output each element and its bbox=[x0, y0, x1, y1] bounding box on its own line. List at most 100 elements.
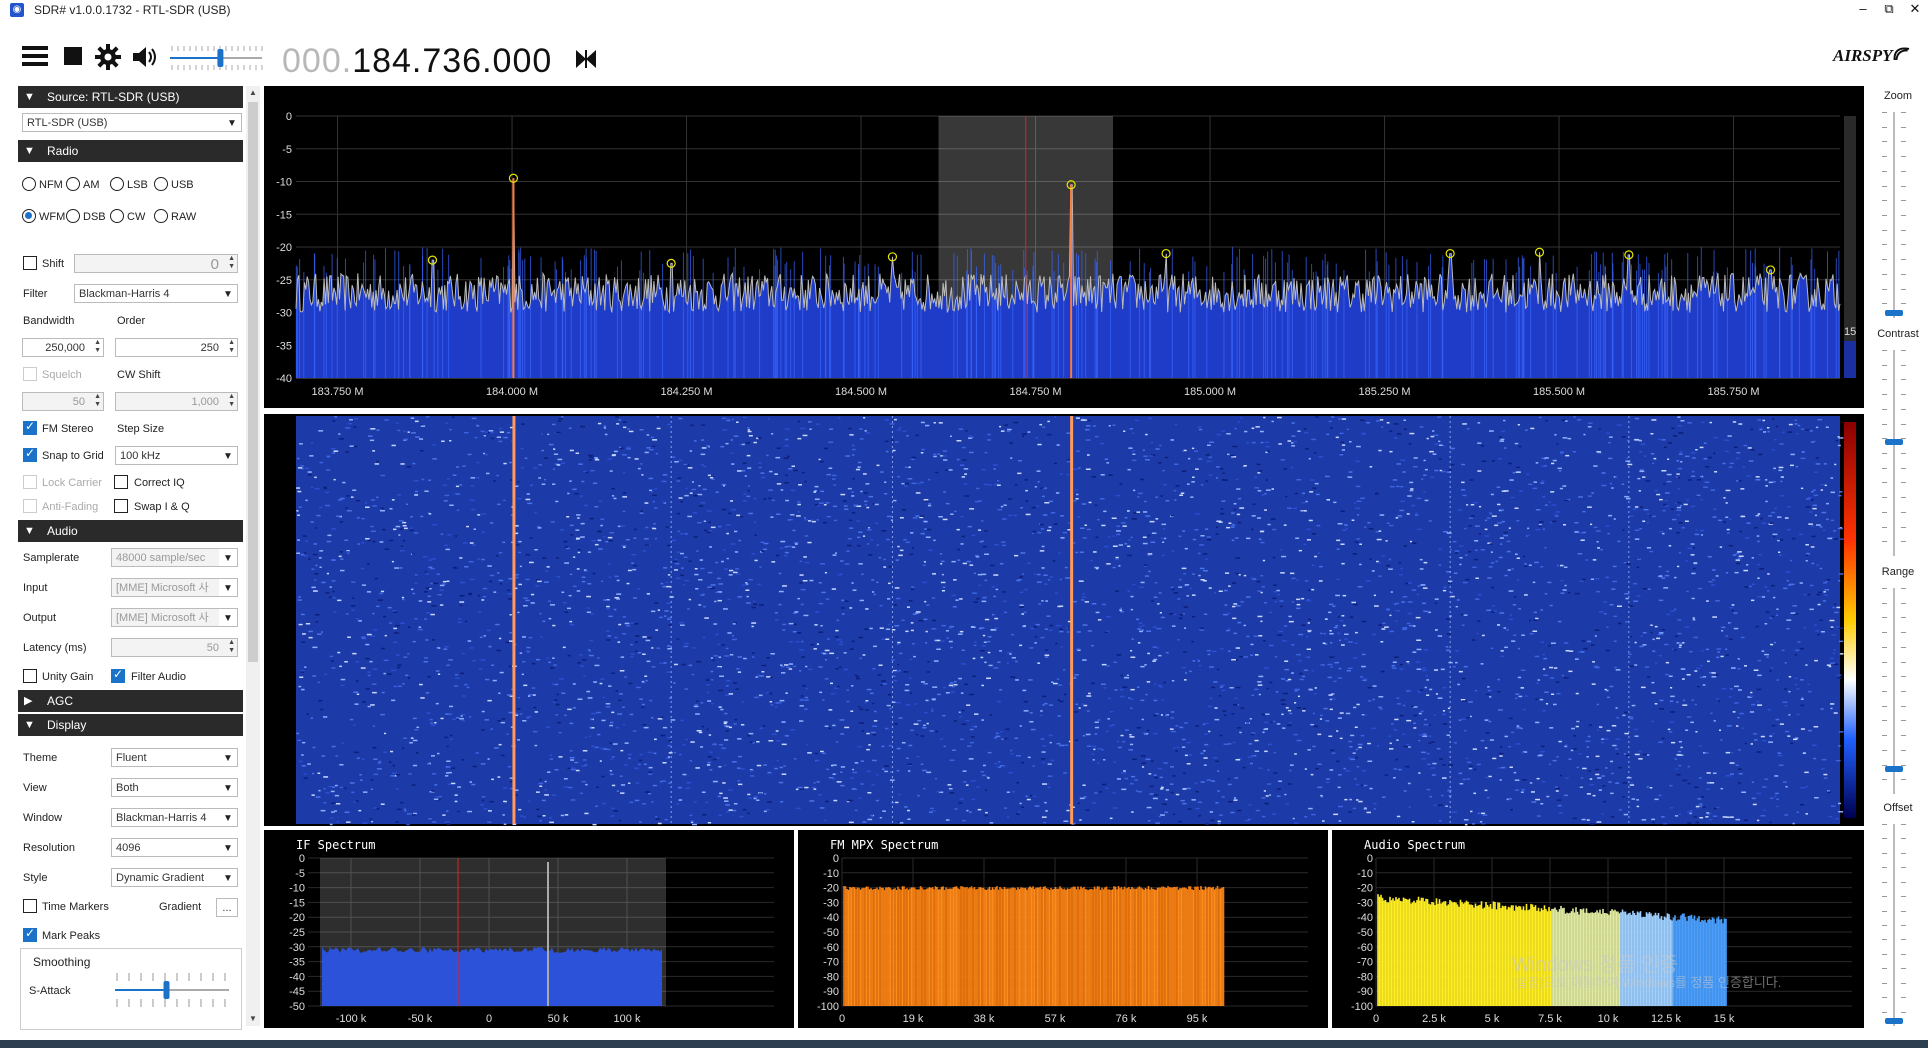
mark-peaks-checkbox[interactable] bbox=[23, 926, 37, 942]
zoom-slider[interactable] bbox=[1882, 112, 1906, 318]
frequency-display[interactable]: 000.184.736.000 bbox=[282, 42, 552, 81]
audio-spectrum-panel[interactable]: Audio Spectrum 0 -10 -20 -30 -40 -50 -60 -70 -80… bbox=[1332, 830, 1864, 1028]
mode-radio-nfm[interactable] bbox=[22, 177, 36, 191]
waterfall-carrier-trace bbox=[512, 416, 516, 824]
frequency-ghz-digits: 000. bbox=[282, 42, 353, 80]
hamburger-icon[interactable] bbox=[22, 44, 48, 72]
latency-value: 50 bbox=[206, 642, 219, 654]
mpx-spectrum-panel[interactable]: FM MPX Spectrum 0 -10 -20 -30 -40 -50 -60 -70 -8… bbox=[798, 830, 1328, 1028]
shift-input[interactable]: 0 ▲ ▼ bbox=[74, 254, 238, 273]
speaker-icon[interactable] bbox=[131, 44, 159, 74]
squelch-input[interactable]: 50 ▲ ▼ bbox=[22, 392, 104, 411]
window-select[interactable]: Blackman-Harris 4 ▼ bbox=[111, 808, 238, 827]
volume-slider[interactable] bbox=[168, 44, 264, 72]
bowtie-icon[interactable] bbox=[574, 47, 598, 76]
scroll-down-icon[interactable]: ▼ bbox=[249, 1014, 257, 1023]
chevron-down-icon: ▼ bbox=[219, 609, 237, 626]
contrast-slider[interactable] bbox=[1882, 350, 1906, 556]
minimize-button[interactable]: – bbox=[1850, 0, 1876, 20]
cw-shift-input[interactable]: 1,000 ▲ ▼ bbox=[115, 392, 238, 411]
scrollbar-thumb[interactable] bbox=[248, 102, 258, 662]
time-markers-checkbox[interactable] bbox=[23, 899, 37, 913]
spectrum-analyzer[interactable]: 0 -5 -10 -15 -20 -25 -30 -35 -40 183.750 M 184.000… bbox=[264, 86, 1864, 408]
shift-label: Shift bbox=[42, 258, 65, 270]
waterfall-display[interactable] bbox=[264, 414, 1864, 826]
panel-x-tick: 76 k bbox=[1116, 1013, 1137, 1025]
source-section-header[interactable]: ▼ Source: RTL-SDR (USB) bbox=[18, 86, 243, 108]
chevron-down-icon: ▼ bbox=[219, 285, 237, 302]
radio-section-header[interactable]: ▼ Radio bbox=[18, 140, 243, 162]
bandwidth-input[interactable]: 250,000 ▲ ▼ bbox=[22, 338, 104, 357]
panel-y-tick: -30 bbox=[289, 942, 305, 954]
range-thumb[interactable] bbox=[1885, 766, 1903, 773]
source-header-label: Source: RTL-SDR (USB) bbox=[47, 90, 180, 104]
output-device-select[interactable]: [MME] Microsoft 사 ▼ bbox=[111, 608, 238, 627]
panel-scrollbar[interactable]: ▲ ▼ bbox=[246, 86, 260, 1026]
filter-select[interactable]: Blackman-Harris 4 ▼ bbox=[74, 284, 238, 303]
offset-thumb[interactable] bbox=[1885, 1018, 1903, 1024]
theme-select[interactable]: Fluent ▼ bbox=[111, 748, 238, 767]
mode-radio-wfm[interactable] bbox=[22, 209, 36, 223]
waterfall-background bbox=[296, 416, 1840, 824]
panel-y-tick: -40 bbox=[289, 971, 305, 983]
gear-icon[interactable] bbox=[95, 44, 121, 74]
input-device-select[interactable]: [MME] Microsoft 사 ▼ bbox=[111, 578, 238, 597]
display-section-header[interactable]: ▼ Display bbox=[18, 714, 243, 736]
range-slider[interactable] bbox=[1882, 588, 1906, 794]
swap-iq-checkbox[interactable] bbox=[114, 499, 128, 513]
samplerate-select[interactable]: 48000 sample/sec ▼ bbox=[111, 548, 238, 567]
scroll-up-icon[interactable]: ▲ bbox=[249, 88, 257, 97]
order-input[interactable]: 250 ▲ ▼ bbox=[115, 338, 238, 357]
shift-checkbox[interactable] bbox=[23, 256, 37, 270]
latency-input[interactable]: 50 ▲ ▼ bbox=[111, 638, 238, 657]
bandwidth-value: 250,000 bbox=[45, 342, 85, 354]
restore-button[interactable]: ⧉ bbox=[1876, 0, 1902, 20]
panel-y-tick: -80 bbox=[1357, 971, 1373, 983]
contrast-thumb[interactable] bbox=[1885, 439, 1903, 446]
panel-x-tick: 2.5 k bbox=[1422, 1013, 1446, 1025]
source-device-select[interactable]: RTL-SDR (USB) ▼ bbox=[22, 113, 242, 132]
step-size-select[interactable]: 100 kHz ▼ bbox=[115, 446, 238, 465]
stop-icon[interactable] bbox=[62, 44, 84, 72]
correct-iq-checkbox[interactable] bbox=[114, 475, 128, 489]
close-button[interactable]: ✕ bbox=[1902, 0, 1928, 20]
mode-radio-usb[interactable] bbox=[154, 177, 168, 191]
panel-x-tick: 57 k bbox=[1045, 1013, 1066, 1025]
mode-radio-lsb[interactable] bbox=[110, 177, 124, 191]
s-attack-slider[interactable] bbox=[113, 973, 233, 1013]
gradient-button[interactable]: ... bbox=[216, 898, 238, 917]
mode-radio-cw[interactable] bbox=[110, 209, 124, 223]
unity-gain-checkbox[interactable] bbox=[23, 669, 37, 683]
audio-section-header[interactable]: ▼ Audio bbox=[18, 520, 243, 542]
zoom-thumb[interactable] bbox=[1885, 310, 1903, 316]
anti-fading-checkbox[interactable] bbox=[23, 499, 37, 513]
if-spectrum-panel[interactable]: IF Spectrum 0 -5 -10 -15 -20 -25 -30 -35 -40 -45 -… bbox=[264, 830, 794, 1028]
status-bar bbox=[0, 1040, 1928, 1048]
waterfall-carrier-trace bbox=[1070, 416, 1074, 824]
squelch-checkbox[interactable] bbox=[23, 367, 37, 381]
style-select[interactable]: Dynamic Gradient ▼ bbox=[111, 868, 238, 887]
panel-y-tick: -20 bbox=[823, 883, 839, 895]
resolution-select[interactable]: 4096 ▼ bbox=[111, 838, 238, 857]
window-title: SDR# v1.0.0.1732 - RTL-SDR (USB) bbox=[34, 3, 231, 17]
offset-slider[interactable] bbox=[1882, 824, 1906, 1026]
chevron-down-icon: ▼ bbox=[219, 549, 237, 566]
chevron-down-icon: ▼ bbox=[219, 447, 237, 464]
chevron-down-icon: ▼ bbox=[219, 579, 237, 596]
airspy-logo: AIRSPY bbox=[1833, 46, 1893, 65]
mpx-spectrum-title: FM MPX Spectrum bbox=[830, 838, 939, 852]
mode-radio-raw[interactable] bbox=[154, 209, 168, 223]
mode-radio-am[interactable] bbox=[66, 177, 80, 191]
agc-section-header[interactable]: ▶ AGC bbox=[18, 690, 243, 712]
mode-radio-dsb[interactable] bbox=[66, 209, 80, 223]
view-select[interactable]: Both ▼ bbox=[111, 778, 238, 797]
fm-stereo-checkbox[interactable] bbox=[23, 419, 37, 435]
filter-audio-label: Filter Audio bbox=[131, 671, 187, 683]
snap-to-grid-checkbox[interactable] bbox=[23, 446, 37, 462]
view-value: Both bbox=[116, 782, 139, 794]
filter-audio-checkbox[interactable] bbox=[111, 667, 125, 683]
filter-value: Blackman-Harris 4 bbox=[79, 288, 170, 300]
view-label: View bbox=[23, 782, 47, 794]
lock-carrier-checkbox[interactable] bbox=[23, 475, 37, 489]
resolution-value: 4096 bbox=[116, 842, 141, 854]
